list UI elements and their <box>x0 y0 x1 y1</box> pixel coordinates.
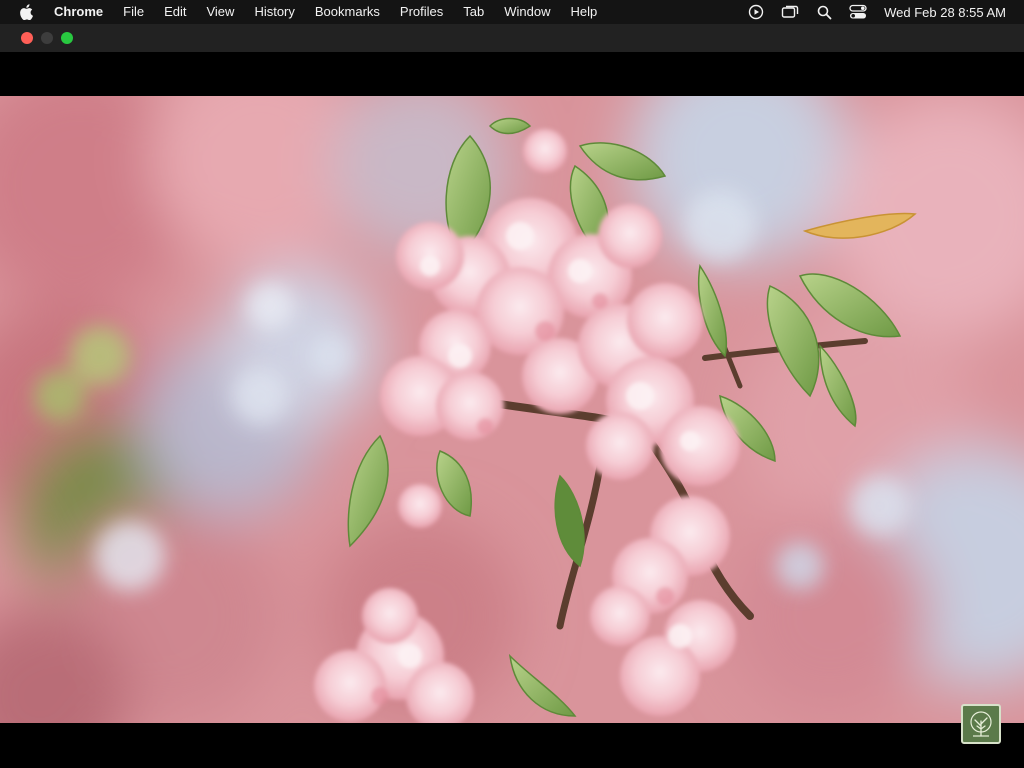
video-viewport[interactable] <box>0 52 1024 768</box>
menu-help[interactable]: Help <box>561 0 608 24</box>
menu-edit[interactable]: Edit <box>154 0 196 24</box>
menu-app-chrome[interactable]: Chrome <box>44 0 113 24</box>
menu-window[interactable]: Window <box>494 0 560 24</box>
tree-logo-icon <box>961 704 1001 744</box>
control-center-icon[interactable] <box>844 0 872 24</box>
screen-mirroring-icon[interactable] <box>776 0 804 24</box>
menu-tab[interactable]: Tab <box>453 0 494 24</box>
menu-bookmarks[interactable]: Bookmarks <box>305 0 390 24</box>
window-title-bar <box>0 24 1024 52</box>
spotlight-search-icon[interactable] <box>810 0 838 24</box>
apple-menu-icon[interactable] <box>8 0 44 24</box>
menu-bar-clock[interactable]: Wed Feb 28 8:55 AM <box>884 5 1006 20</box>
menu-view[interactable]: View <box>196 0 244 24</box>
window-zoom-button[interactable] <box>61 32 73 44</box>
menu-bar-left: Chrome File Edit View History Bookmarks … <box>0 0 607 24</box>
menu-history[interactable]: History <box>244 0 304 24</box>
cherry-blossom-image <box>0 96 1024 723</box>
play-circle-icon[interactable] <box>742 0 770 24</box>
cherry-blossom-video[interactable] <box>0 96 1024 723</box>
menu-bar: Chrome File Edit View History Bookmarks … <box>0 0 1024 24</box>
menu-bar-right: Wed Feb 28 8:55 AM <box>736 0 1024 24</box>
window-minimize-button[interactable] <box>41 32 53 44</box>
menu-profiles[interactable]: Profiles <box>390 0 453 24</box>
menu-file[interactable]: File <box>113 0 154 24</box>
window-close-button[interactable] <box>21 32 33 44</box>
